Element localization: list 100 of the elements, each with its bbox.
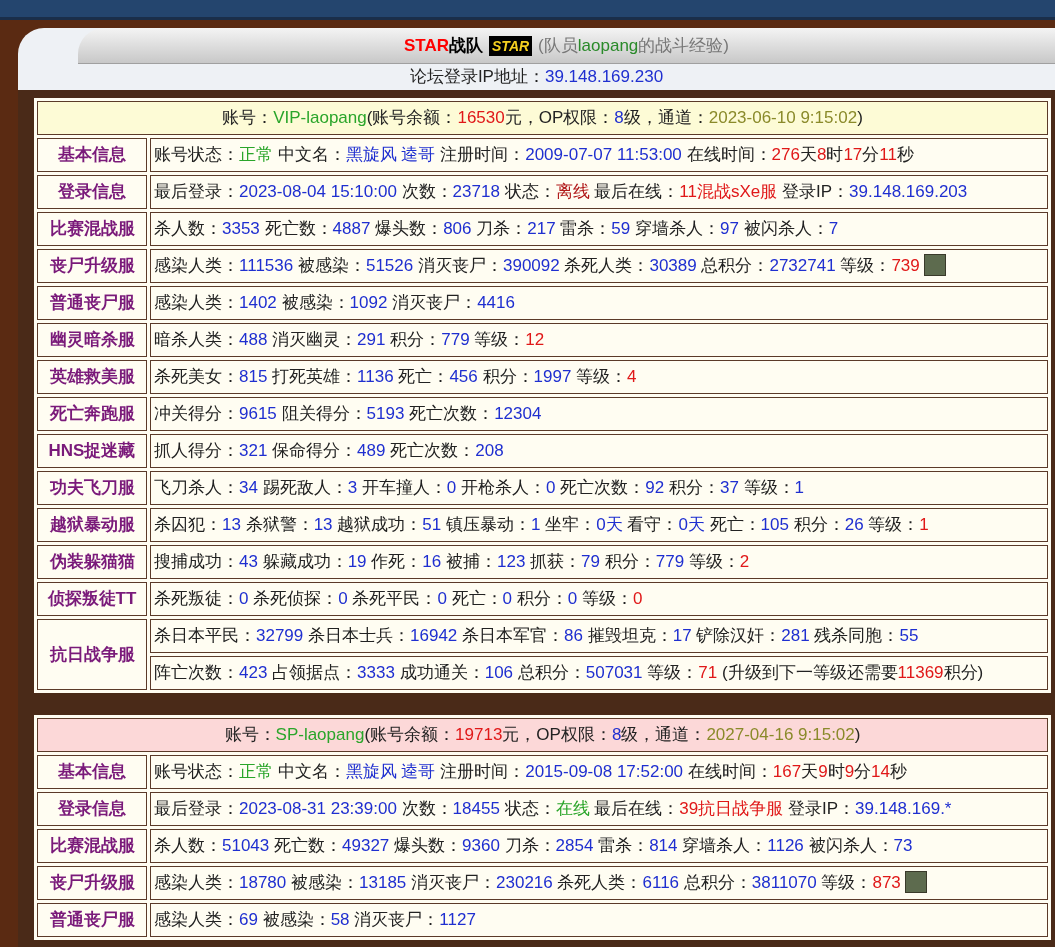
- stat-label: 被感染：: [280, 293, 350, 312]
- stat-label: 死亡次数：: [408, 404, 495, 423]
- stat-value: 1402: [239, 293, 277, 312]
- stat-value: 9360: [462, 836, 500, 855]
- stat-label: 杀死叛徒：: [154, 589, 239, 608]
- stat-label: 感染人类：: [154, 256, 239, 275]
- stat-label: 次数：: [400, 182, 453, 201]
- stat-label: 残杀同胞：: [813, 626, 900, 645]
- stat-value: 489: [357, 441, 386, 460]
- stat-value: 59: [611, 219, 631, 238]
- stat-label: 杀日本平民：: [154, 626, 256, 645]
- stat-value: 217: [527, 219, 556, 238]
- stat-label: 杀死平民：: [351, 589, 438, 608]
- stat-label: 积分：: [515, 589, 568, 608]
- team-name: STAR战队: [404, 34, 484, 57]
- stat-label: 账号：: [224, 725, 276, 744]
- stat-label: 死亡次数：: [559, 478, 646, 497]
- stat-value: 37: [719, 478, 739, 497]
- stat-label: 等级：: [687, 552, 740, 571]
- stat-label: 中文名：: [276, 145, 346, 164]
- stat-value: 1997: [533, 367, 572, 386]
- stat-value: 0: [239, 589, 249, 608]
- stat-value: 69: [239, 910, 258, 929]
- category-label: 丧尸升级服: [37, 249, 147, 283]
- stat-label: 在线时间：: [686, 762, 773, 781]
- stat-label: 被闪杀人：: [742, 219, 829, 238]
- stat-value: 739: [891, 256, 920, 275]
- stat-label: 状态：: [503, 182, 556, 201]
- stat-value: 0: [338, 589, 348, 608]
- stat-value: 26: [844, 515, 864, 534]
- stat-label: 穿墙杀人：: [634, 219, 720, 238]
- status-text: VIP-laopang: [273, 108, 367, 127]
- stat-value: 51: [422, 515, 442, 534]
- date-text: 2027-04-16 9:15:02: [706, 725, 855, 744]
- stat-value: 167: [772, 762, 802, 781]
- stat-value: 86: [564, 626, 583, 645]
- stat-label: 注册时间：: [439, 145, 526, 164]
- stat-value: 208: [475, 441, 504, 460]
- stat-label: 登录IP：: [781, 182, 850, 201]
- stat-value: 0: [567, 589, 578, 608]
- stat-value: 97: [720, 219, 739, 238]
- stat-label: 占领据点：: [271, 663, 358, 682]
- stat-value: 9: [818, 762, 828, 781]
- category-label: 基本信息: [37, 755, 147, 789]
- stat-label: 踢死敌人：: [261, 478, 348, 497]
- stat-label: 等级：: [742, 478, 795, 497]
- stat-value: 4: [627, 367, 637, 386]
- stat-value: 3811070: [751, 873, 817, 892]
- stat-label: 死亡：: [450, 589, 503, 608]
- stat-label: 分: [862, 145, 880, 164]
- stat-value: 1126: [767, 836, 804, 855]
- stat-label: 时: [827, 762, 845, 781]
- stat-value: 1: [530, 515, 541, 534]
- stat-label: 搜捕成功：: [154, 552, 239, 571]
- stat-label: 杀日本士兵：: [307, 626, 410, 645]
- stat-value: 2854: [555, 836, 594, 855]
- stat-label: 开车撞人：: [360, 478, 447, 497]
- category-label: 登录信息: [37, 175, 147, 209]
- stat-value: 18455: [452, 799, 500, 818]
- stat-label: 积分：: [603, 552, 656, 571]
- stat-value: 43: [239, 552, 258, 571]
- stat-value: 黑旋风 逵哥: [345, 762, 436, 781]
- stat-label: (升级到下一等级还需要: [720, 663, 898, 682]
- stat-label: 账号状态：: [154, 762, 239, 781]
- stat-value: 13: [313, 515, 333, 534]
- stat-value: 55: [899, 626, 919, 645]
- category-label: 死亡奔跑服: [37, 397, 147, 431]
- status-text: 正常: [239, 145, 273, 164]
- stat-value: 39.148.169.*: [855, 799, 952, 818]
- stat-value: 111536: [239, 256, 294, 275]
- stat-value: 39抗日战争服: [679, 799, 784, 818]
- stat-value: 0: [446, 478, 457, 497]
- stat-value: 456: [449, 367, 478, 386]
- category-label: 登录信息: [37, 792, 147, 826]
- stat-label: 等级：: [581, 589, 633, 608]
- stat-label: 账号：: [222, 108, 274, 127]
- stat-value: 2023-08-31 23:39:00: [239, 799, 397, 818]
- stat-value: 9615: [239, 404, 277, 423]
- stat-label: 总积分：: [516, 663, 586, 682]
- stat-value: 黑旋风 逵哥: [345, 145, 436, 164]
- stat-label: 最后登录：: [154, 182, 239, 201]
- stat-label: 等级：: [575, 367, 628, 386]
- stat-label: 消灭丧尸：: [391, 293, 478, 312]
- stat-value: 9: [844, 762, 855, 781]
- stat-label: 感染人类：: [154, 910, 239, 929]
- stat-label: 打死英雄：: [271, 367, 358, 386]
- stat-label: 被感染：: [290, 873, 359, 892]
- stat-value: 2023-08-04 15:10:00: [239, 182, 397, 201]
- stat-value: 39.148.169.203: [849, 182, 968, 201]
- stat-value: 0天: [678, 515, 705, 534]
- category-label: 基本信息: [37, 138, 147, 172]
- stat-value: 806: [443, 219, 472, 238]
- stat-value: 0: [502, 589, 513, 608]
- stat-value: 2009-07-07 11:53:00: [525, 145, 682, 164]
- stat-label: 被捕：: [444, 552, 497, 571]
- stat-label: 时: [826, 145, 844, 164]
- stat-value: 23718: [452, 182, 500, 201]
- stat-value: 2015-09-08 17:52:00: [525, 762, 684, 781]
- stat-value: 11: [879, 145, 897, 164]
- category-label: 抗日战争服: [37, 619, 147, 690]
